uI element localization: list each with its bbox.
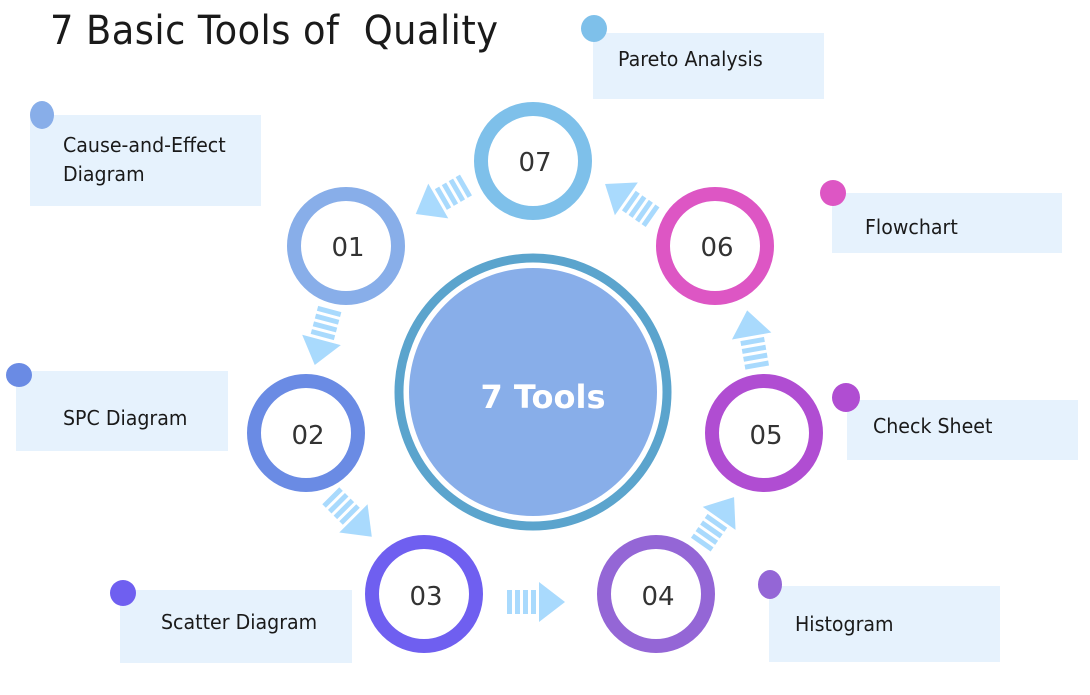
label-spc: SPC Diagram bbox=[63, 406, 188, 430]
label-check-sheet: Check Sheet bbox=[873, 414, 993, 438]
arrow-02-to-03 bbox=[316, 481, 386, 551]
center-label: 7 Tools bbox=[481, 378, 606, 416]
step-node-04[interactable]: 04 bbox=[597, 535, 715, 653]
label-dot-pareto bbox=[581, 15, 607, 42]
step-number: 05 bbox=[749, 421, 782, 451]
step-number: 03 bbox=[409, 582, 442, 612]
label-flowchart: Flowchart bbox=[865, 215, 958, 239]
arrow-01-to-02 bbox=[295, 303, 350, 371]
arrow-05-to-06 bbox=[727, 306, 777, 372]
label-dot-histogram bbox=[758, 570, 782, 599]
label-dot-flowchart bbox=[820, 180, 846, 206]
center-node: 7 Tools bbox=[394, 253, 672, 531]
step-number: 02 bbox=[291, 421, 324, 451]
label-dot-check-sheet bbox=[832, 383, 860, 412]
label-histogram: Histogram bbox=[795, 612, 894, 636]
arrow-06-to-07 bbox=[593, 167, 665, 234]
label-pareto: Pareto Analysis bbox=[618, 47, 763, 71]
label-cause-effect: Cause-and-Effect Diagram bbox=[63, 133, 226, 186]
step-number: 07 bbox=[518, 148, 551, 178]
step-number: 04 bbox=[641, 582, 674, 612]
step-node-07[interactable]: 07 bbox=[474, 102, 592, 220]
arrow-04-to-05 bbox=[684, 485, 751, 557]
step-node-05[interactable]: 05 bbox=[705, 374, 823, 492]
label-dot-cause-effect bbox=[30, 101, 54, 129]
arrow-07-to-01 bbox=[405, 167, 476, 232]
step-node-06[interactable]: 06 bbox=[656, 187, 774, 305]
step-number: 06 bbox=[700, 233, 733, 263]
step-number: 01 bbox=[331, 233, 364, 263]
step-node-03[interactable]: 03 bbox=[365, 535, 483, 653]
step-node-01[interactable]: 01 bbox=[287, 187, 405, 305]
label-scatter: Scatter Diagram bbox=[161, 610, 318, 634]
step-node-02[interactable]: 02 bbox=[247, 374, 365, 492]
label-dot-spc bbox=[6, 363, 32, 387]
label-dot-scatter bbox=[110, 580, 136, 606]
arrow-03-to-04 bbox=[507, 582, 565, 622]
